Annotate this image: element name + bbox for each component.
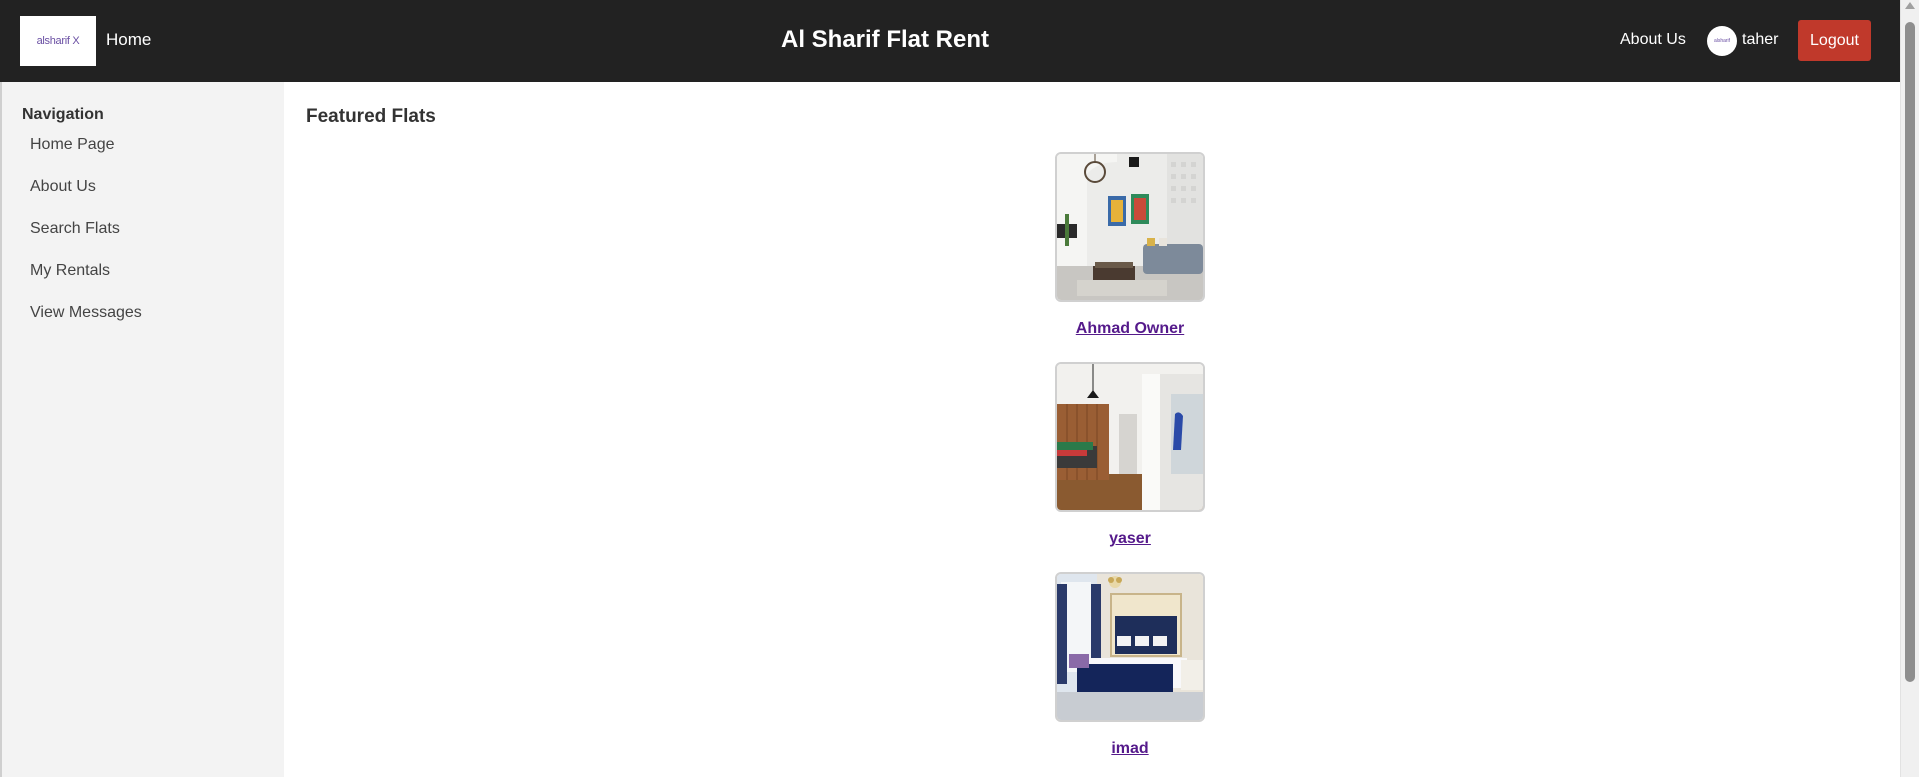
page-scrollbar[interactable] [1900,0,1919,777]
nav-about-link[interactable]: About Us [1620,31,1686,49]
flat-card: imad [1018,572,1242,758]
flat-owner-link[interactable]: yaser [1018,530,1242,548]
top-nav-bar: alsharif X Home Al Sharif Flat Rent Abou… [0,0,1900,82]
sidebar-item-view-messages[interactable]: View Messages [30,304,142,346]
sidebar: Navigation Home Page About Us Search Fla… [0,82,284,777]
sidebar-heading: Navigation [22,106,104,123]
scrollbar-thumb[interactable] [1905,22,1915,682]
sidebar-item-my-rentals[interactable]: My Rentals [30,262,142,304]
flat-card: yaser [1018,362,1242,548]
avatar-text: alsharif [1713,38,1731,44]
sidebar-nav-list: Home Page About Us Search Flats My Renta… [30,136,142,346]
flat-owner-link[interactable]: Ahmad Owner [1018,320,1242,338]
site-title: Al Sharif Flat Rent [780,26,990,53]
sidebar-item-search-flats[interactable]: Search Flats [30,220,142,262]
flat-card: Ahmad Owner [1018,152,1242,338]
sidebar-item-home-page[interactable]: Home Page [30,136,142,178]
logout-button[interactable]: Logout [1798,20,1871,61]
living-room-image [1057,154,1203,300]
bedroom-blue-image [1057,574,1203,720]
flat-photo-living-room[interactable] [1055,152,1205,302]
flat-owner-link[interactable]: imad [1018,740,1242,758]
bedroom-wood-image [1057,364,1203,510]
flat-photo-bedroom-wood[interactable] [1055,362,1205,512]
page: alsharif X Home Al Sharif Flat Rent Abou… [0,0,1919,777]
featured-flats-title: Featured Flats [306,106,436,127]
user-avatar[interactable]: alsharif [1707,26,1737,56]
scroll-up-arrow-icon[interactable] [1905,2,1915,9]
sidebar-item-about-us[interactable]: About Us [30,178,142,220]
flat-photo-bedroom-blue[interactable] [1055,572,1205,722]
main-content: Featured Flats Ahmad Owner yaser imad [284,82,1900,777]
username-label[interactable]: taher [1742,31,1778,49]
